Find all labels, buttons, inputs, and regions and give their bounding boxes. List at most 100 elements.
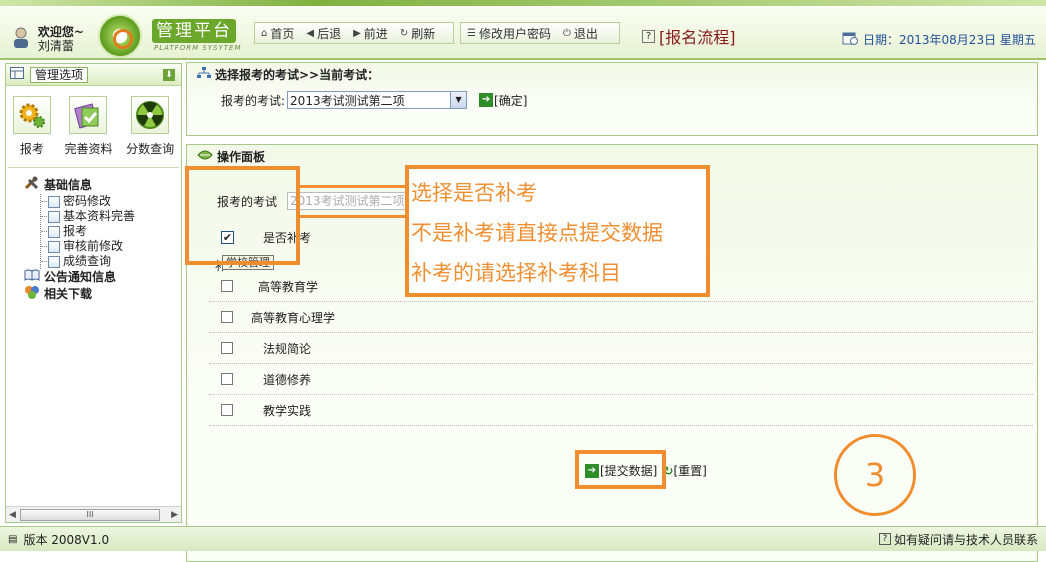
confirm-label: [确定] bbox=[494, 93, 528, 108]
logout-button[interactable]: ⏻ 退出 bbox=[557, 23, 604, 43]
logo-title: 管理平台 bbox=[152, 19, 236, 43]
logo-subtitle: PLATFORM SYSYTEM bbox=[154, 44, 242, 52]
instruction-callout: 选择是否补考 不是补考请直接点提交数据 补考的请选择补考科目 bbox=[405, 165, 710, 297]
subject-row[interactable]: 高等教育心理学 bbox=[209, 302, 1033, 333]
book-open-icon bbox=[24, 269, 40, 285]
forward-button[interactable]: ▶ 前进 bbox=[347, 23, 394, 43]
connector-box bbox=[296, 185, 409, 218]
panel-title: 选择报考的考试>>当前考试： bbox=[215, 67, 380, 82]
refresh-label: 刷新 bbox=[411, 26, 436, 41]
forward-icon: ▶ bbox=[353, 27, 361, 39]
back-button[interactable]: ◀ 后退 bbox=[300, 23, 347, 43]
book-icon bbox=[74, 103, 99, 129]
subject-row[interactable]: 教学实践 bbox=[209, 395, 1033, 426]
home-label: 首页 bbox=[270, 26, 295, 41]
callout-line: 不是补考请直接点提交数据 bbox=[411, 221, 663, 245]
account-group: ☰ 修改用户密码 ⏻ 退出 bbox=[460, 22, 620, 44]
tree-item-edit-before-review[interactable]: 审核前修改 bbox=[41, 239, 181, 254]
refresh-button[interactable]: ↻ 刷新 bbox=[394, 23, 441, 43]
tree-item-label: 密码修改 bbox=[63, 194, 112, 208]
username: 刘清蕾 bbox=[37, 39, 74, 53]
tree-item-label: 基本资料完善 bbox=[63, 209, 136, 223]
subject-checkbox[interactable] bbox=[221, 311, 233, 323]
subject-checkbox[interactable] bbox=[221, 342, 233, 354]
subject-name: 道德修养 bbox=[263, 372, 312, 387]
page-icon bbox=[48, 210, 60, 223]
nav-tree: 基础信息 密码修改 基本资料完善 报考 审核前修改 成绩查询 公告通知信息 相关… bbox=[24, 176, 181, 303]
help-icon: ? bbox=[878, 533, 891, 545]
date-display: 日期：2013年08月23日 星期五 bbox=[842, 31, 1036, 48]
sidebar-hscrollbar[interactable]: ◀ III ▶ bbox=[6, 506, 181, 522]
subject-name: 教学实践 bbox=[263, 403, 312, 418]
grid-icon bbox=[10, 67, 24, 82]
quick-item-register[interactable]: 报考 bbox=[12, 96, 51, 157]
quick-item-profile[interactable]: 完善资料 bbox=[64, 96, 113, 157]
tree-group-basic[interactable]: 基础信息 bbox=[24, 176, 181, 194]
tree-item-password[interactable]: 密码修改 bbox=[41, 194, 181, 209]
logo-icon bbox=[98, 14, 142, 58]
tree-group-downloads[interactable]: 相关下载 bbox=[24, 285, 181, 303]
reset-label: [重置] bbox=[673, 464, 707, 478]
subject-checkbox[interactable] bbox=[221, 280, 233, 292]
flow-link-label: [报名流程] bbox=[659, 28, 736, 47]
quick-label: 报考 bbox=[19, 142, 44, 156]
scroll-right-icon[interactable]: ▶ bbox=[171, 510, 178, 520]
refresh-icon: ↻ bbox=[399, 27, 409, 39]
confirm-button[interactable]: ➔ [确定] bbox=[479, 92, 527, 109]
quick-icons: 报考 完善资料 分数查询 bbox=[6, 96, 181, 157]
scroll-left-icon[interactable]: ◀ bbox=[9, 510, 16, 520]
highlight-box-makeup bbox=[185, 166, 300, 265]
callout-line: 选择是否补考 bbox=[411, 181, 537, 205]
tree-group-label: 相关下载 bbox=[44, 286, 93, 301]
tree-item-label: 报考 bbox=[63, 224, 88, 238]
footer-right[interactable]: ? 如有疑问请与技术人员联系 bbox=[878, 531, 1038, 548]
panel-header: 选择报考的考试>>当前考试： bbox=[187, 63, 1037, 85]
sidebar: 管理选项 ⬇ 报考 完善资料 分数查询 基础信息 密码修改 基本资料完善 报考 … bbox=[5, 63, 182, 523]
nav-group: ⌂ 首页 ◀ 后退 ▶ 前进 ↻ 刷新 bbox=[254, 22, 454, 44]
exam-select-row: 报考的考试: 2013考试测试第二项 ▼ ➔ [确定] bbox=[221, 91, 1037, 109]
footer-left: ▤ 版本 2008V1.0 bbox=[8, 531, 109, 548]
subject-row[interactable]: 道德修养 bbox=[209, 364, 1033, 395]
welcome-label: 欢迎您~ bbox=[37, 25, 84, 39]
tree-item-profile[interactable]: 基本资料完善 bbox=[41, 209, 181, 224]
quick-item-scores[interactable]: 分数查询 bbox=[126, 96, 174, 157]
back-label: 后退 bbox=[317, 26, 342, 41]
tree-item-label: 审核前修改 bbox=[63, 239, 124, 253]
collapse-icon[interactable]: ⬇ bbox=[163, 69, 175, 81]
tree-group-notices[interactable]: 公告通知信息 bbox=[24, 269, 181, 285]
list-icon: ☰ bbox=[467, 27, 476, 39]
scroll-thumb[interactable]: III bbox=[20, 509, 160, 521]
tree-group-label: 公告通知信息 bbox=[44, 269, 117, 284]
arrow-right-icon: ➔ bbox=[479, 93, 494, 107]
page-icon bbox=[48, 240, 60, 253]
exam-select-value: 2013考试测试第二项 bbox=[290, 93, 405, 108]
tree-item-label: 成绩查询 bbox=[63, 254, 112, 268]
contact-text: 如有疑问请与技术人员联系 bbox=[893, 532, 1038, 547]
exam-select[interactable]: 2013考试测试第二项 ▼ bbox=[287, 91, 468, 109]
home-button[interactable]: ⌂ 首页 bbox=[255, 23, 300, 43]
change-password-button[interactable]: ☰ 修改用户密码 bbox=[461, 23, 557, 43]
version-icon: ▤ bbox=[8, 533, 18, 545]
subject-row[interactable]: 法规简论 bbox=[209, 333, 1033, 364]
chevron-down-icon[interactable]: ▼ bbox=[450, 92, 467, 108]
tree-item-scores[interactable]: 成绩查询 bbox=[41, 254, 181, 269]
gear-icon bbox=[19, 103, 45, 128]
subject-checkbox[interactable] bbox=[221, 404, 233, 416]
user-icon bbox=[12, 27, 30, 52]
sitemap-icon bbox=[197, 66, 211, 82]
subject-name: 高等教育心理学 bbox=[251, 310, 336, 325]
panel-header: 操作面板 bbox=[187, 145, 1037, 167]
reset-button[interactable]: ↻ [重置] bbox=[663, 462, 706, 479]
registration-flow-link[interactable]: ? [报名流程] bbox=[642, 24, 736, 48]
highlight-box-submit bbox=[575, 450, 666, 489]
tools-icon bbox=[24, 176, 40, 194]
version-text: 版本 2008V1.0 bbox=[23, 532, 110, 547]
quick-label: 完善资料 bbox=[64, 142, 113, 156]
home-icon: ⌂ bbox=[261, 27, 268, 39]
subject-name: 法规简论 bbox=[263, 341, 312, 356]
logout-label: 退出 bbox=[573, 26, 598, 41]
subject-checkbox[interactable] bbox=[221, 373, 233, 385]
sidebar-title: 管理选项 bbox=[30, 66, 89, 83]
tree-item-register[interactable]: 报考 bbox=[41, 224, 181, 239]
page-icon bbox=[48, 225, 60, 238]
